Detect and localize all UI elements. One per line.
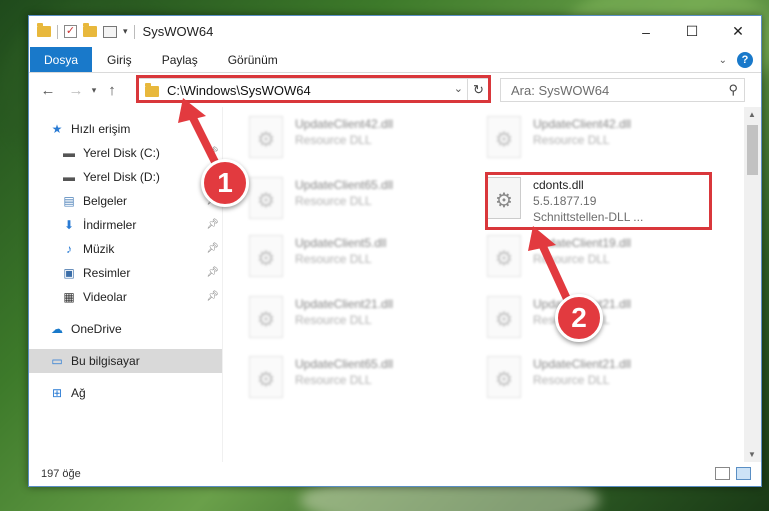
annotation-arrows bbox=[178, 98, 577, 316]
step-badge-1: 1 bbox=[201, 159, 249, 207]
step-badge-2: 2 bbox=[555, 294, 603, 342]
